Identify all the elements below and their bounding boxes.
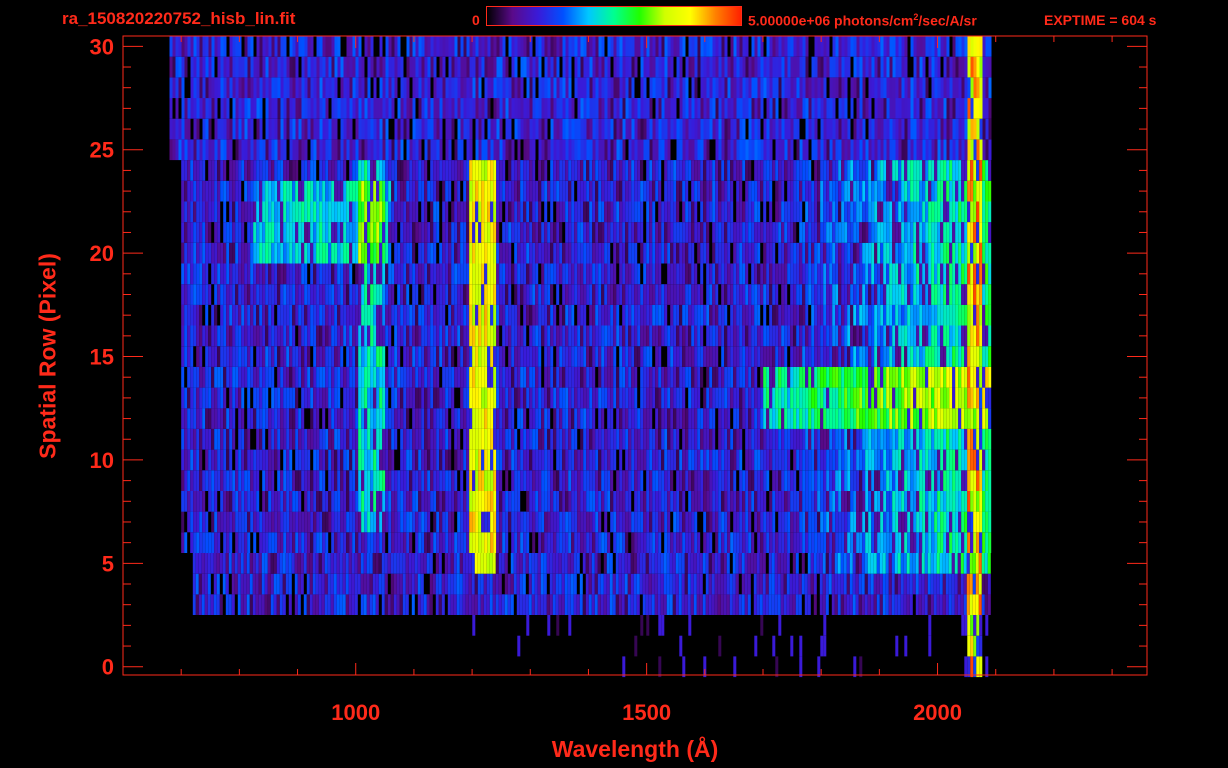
y-tick-label: 25	[90, 138, 114, 163]
x-tick-label: 2000	[913, 700, 962, 725]
x-tick-label: 1500	[622, 700, 671, 725]
y-tick-label: 15	[90, 345, 114, 370]
y-tick-label: 20	[90, 241, 114, 266]
y-tick-label: 0	[102, 655, 114, 680]
y-tick-label: 10	[90, 448, 114, 473]
heatmap-image	[169, 36, 992, 678]
y-axis-label: Spatial Row (Pixel)	[34, 253, 61, 459]
y-tick-label: 30	[90, 34, 114, 59]
x-axis-label: Wavelength (Å)	[551, 736, 719, 762]
y-tick-label: 5	[102, 551, 114, 576]
x-tick-label: 1000	[331, 700, 380, 725]
spectrum-image-plot: 1000 1500 2000 0 5 10 15 20 25 30	[90, 34, 1148, 725]
